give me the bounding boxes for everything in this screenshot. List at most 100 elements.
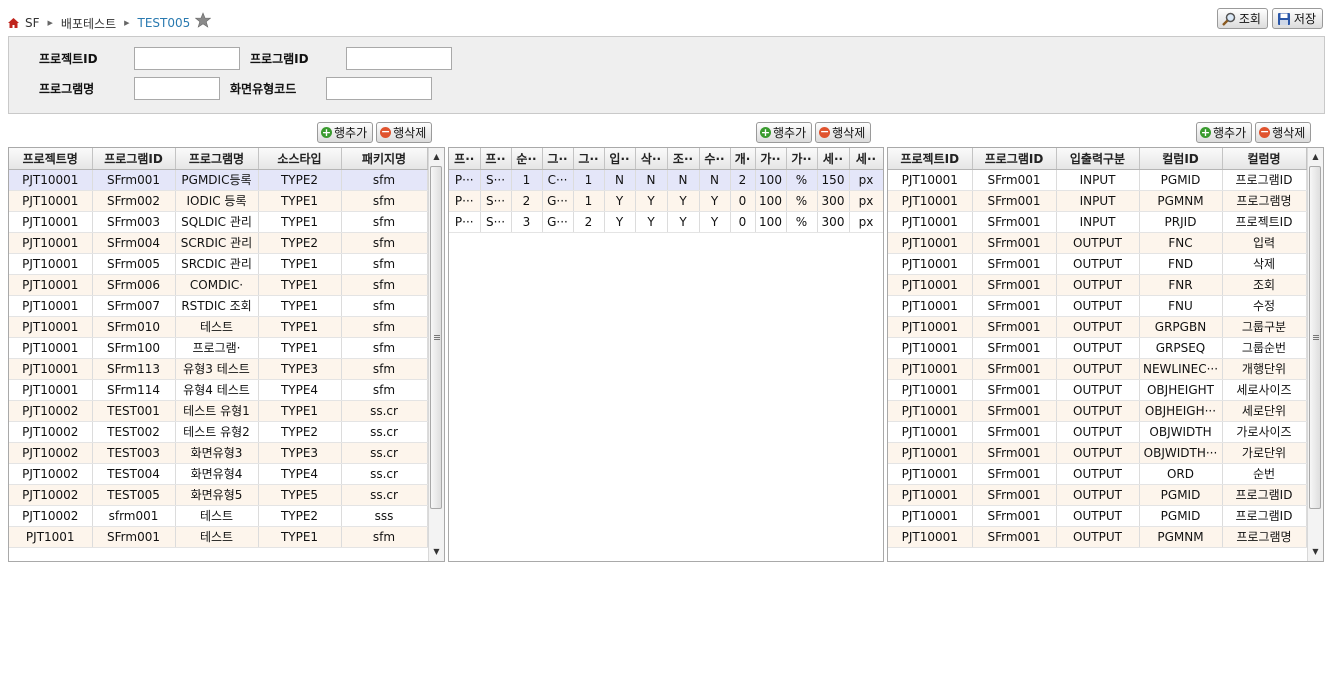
table-cell[interactable]: GRPSEQ bbox=[1139, 337, 1223, 359]
scroll-thumb[interactable] bbox=[430, 166, 442, 509]
table-cell[interactable]: SFrm001 bbox=[972, 274, 1057, 296]
table-cell[interactable]: FNC bbox=[1139, 232, 1223, 254]
table-cell[interactable]: SFrm007 bbox=[92, 295, 176, 317]
table-cell[interactable]: PRJID bbox=[1139, 211, 1223, 233]
table-cell[interactable]: PJT10001 bbox=[9, 190, 93, 212]
table-cell[interactable]: S··· bbox=[480, 190, 512, 212]
table-cell[interactable]: 세로사이즈 bbox=[1222, 379, 1307, 401]
table-cell[interactable]: TYPE2 bbox=[258, 232, 342, 254]
table-row[interactable]: PJT10001 SFrm001 PGMDIC등록 TYPE2 sfm bbox=[9, 169, 428, 191]
scroll-thumb[interactable] bbox=[1309, 166, 1321, 509]
table-cell[interactable]: C··· bbox=[542, 169, 574, 191]
table-cell[interactable]: PGMID bbox=[1139, 169, 1223, 191]
table-cell[interactable]: INPUT bbox=[1056, 211, 1140, 233]
table-cell[interactable]: 테스트 bbox=[175, 316, 259, 338]
table-cell[interactable]: sfm bbox=[341, 358, 428, 380]
table-cell[interactable]: P··· bbox=[449, 190, 481, 212]
table-cell[interactable]: PJT10002 bbox=[9, 484, 93, 506]
table-cell[interactable]: ss.cr bbox=[341, 484, 428, 506]
table-cell[interactable]: 순번 bbox=[1222, 463, 1307, 485]
table-cell[interactable]: OBJHEIGH··· bbox=[1139, 400, 1223, 422]
table-cell[interactable]: PJT10001 bbox=[9, 379, 93, 401]
table-cell[interactable]: 입력 bbox=[1222, 232, 1307, 254]
column-header[interactable]: 프로젝트명 bbox=[9, 148, 93, 170]
table-cell[interactable]: NEWLINEC··· bbox=[1139, 358, 1223, 380]
table-cell[interactable]: PJT10001 bbox=[9, 211, 93, 233]
table-row[interactable]: PJT10002 TEST002 테스트 유형2 TYPE2 ss.cr bbox=[9, 421, 428, 443]
column-header[interactable]: 입출력구분 bbox=[1056, 148, 1140, 170]
table-cell[interactable]: PJT1001 bbox=[9, 526, 93, 548]
table-cell[interactable]: TYPE5 bbox=[258, 484, 342, 506]
table-cell[interactable]: PJT10001 bbox=[888, 190, 973, 212]
table-cell[interactable]: SFrm113 bbox=[92, 358, 176, 380]
table-cell[interactable]: PJT10002 bbox=[9, 400, 93, 422]
table-cell[interactable]: 프로그램명 bbox=[1222, 190, 1307, 212]
table-cell[interactable]: S··· bbox=[480, 169, 512, 191]
table-cell[interactable]: 프로그램명 bbox=[1222, 526, 1307, 548]
table-cell[interactable]: px bbox=[849, 211, 883, 233]
table-cell[interactable]: 300 bbox=[817, 190, 850, 212]
table-cell[interactable]: TYPE1 bbox=[258, 190, 342, 212]
table-cell[interactable]: SFrm001 bbox=[972, 232, 1057, 254]
table-row[interactable]: PJT10001 SFrm001 OUTPUT FNR 조회 bbox=[888, 274, 1307, 296]
table-cell[interactable]: FNU bbox=[1139, 295, 1223, 317]
table-row[interactable]: PJT10001 SFrm001 OUTPUT PGMNM 프로그램명 bbox=[888, 526, 1307, 548]
table-cell[interactable]: GRPGBN bbox=[1139, 316, 1223, 338]
table-cell[interactable]: PJT10001 bbox=[888, 316, 973, 338]
grid1-add-row-button[interactable]: + 행추가 bbox=[317, 122, 374, 143]
table-cell[interactable]: OUTPUT bbox=[1056, 274, 1140, 296]
table-row[interactable]: PJT10001 SFrm001 OUTPUT OBJWIDTH··· 가로단위 bbox=[888, 442, 1307, 464]
table-cell[interactable]: PJT10001 bbox=[888, 505, 973, 527]
table-row[interactable]: PJT10002 TEST003 화면유형3 TYPE3 ss.cr bbox=[9, 442, 428, 464]
table-cell[interactable]: PJT10001 bbox=[888, 379, 973, 401]
table-cell[interactable]: PJT10001 bbox=[9, 169, 93, 191]
screen-type-code-input[interactable] bbox=[326, 77, 432, 100]
table-cell[interactable]: 테스트 bbox=[175, 526, 259, 548]
table-cell[interactable]: SQLDIC 관리 bbox=[175, 211, 259, 233]
table-cell[interactable]: TYPE2 bbox=[258, 421, 342, 443]
column-header[interactable]: 가·· bbox=[755, 148, 787, 170]
table-cell[interactable]: 화면유형5 bbox=[175, 484, 259, 506]
table-cell[interactable]: sfm bbox=[341, 253, 428, 275]
table-cell[interactable]: 세로단위 bbox=[1222, 400, 1307, 422]
table-cell[interactable]: SFrm010 bbox=[92, 316, 176, 338]
table-row[interactable]: PJT10001 SFrm001 OUTPUT NEWLINEC··· 개행단위 bbox=[888, 358, 1307, 380]
table-cell[interactable]: N bbox=[699, 169, 731, 191]
table-cell[interactable]: SFrm001 bbox=[972, 295, 1057, 317]
table-cell[interactable]: 가로단위 bbox=[1222, 442, 1307, 464]
table-cell[interactable]: FND bbox=[1139, 253, 1223, 275]
table-cell[interactable]: OUTPUT bbox=[1056, 358, 1140, 380]
table-cell[interactable]: 1 bbox=[573, 169, 605, 191]
table-cell[interactable]: SFrm001 bbox=[972, 484, 1057, 506]
table-cell[interactable]: ss.cr bbox=[341, 400, 428, 422]
table-cell[interactable]: TYPE1 bbox=[258, 316, 342, 338]
table-cell[interactable]: PJT10001 bbox=[9, 316, 93, 338]
table-cell[interactable]: SFrm001 bbox=[972, 358, 1057, 380]
table-cell[interactable]: 화면유형4 bbox=[175, 463, 259, 485]
table-cell[interactable]: SFrm004 bbox=[92, 232, 176, 254]
table-row[interactable]: P··· S··· 3 G··· 2 Y Y Y Y 0 100% 300 px bbox=[449, 211, 883, 233]
scroll-up-icon[interactable]: ▲ bbox=[429, 150, 444, 164]
grid3-delete-row-button[interactable]: − 행삭제 bbox=[1255, 122, 1312, 143]
column-header[interactable]: 입·· bbox=[604, 148, 636, 170]
table-cell[interactable]: SFrm001 bbox=[972, 190, 1057, 212]
table-cell[interactable]: PJT10001 bbox=[888, 442, 973, 464]
table-cell[interactable]: SFrm001 bbox=[972, 169, 1057, 191]
column-header[interactable]: 가·· bbox=[786, 148, 818, 170]
table-row[interactable]: PJT10001 SFrm001 OUTPUT FNU 수정 bbox=[888, 295, 1307, 317]
table-cell[interactable]: IODIC 등록 bbox=[175, 190, 259, 212]
table-cell[interactable]: COMDIC· bbox=[175, 274, 259, 296]
table-cell[interactable]: 그룹구분 bbox=[1222, 316, 1307, 338]
table-cell[interactable]: 그룹순번 bbox=[1222, 337, 1307, 359]
table-cell[interactable]: 화면유형3 bbox=[175, 442, 259, 464]
table-cell[interactable]: TYPE1 bbox=[258, 295, 342, 317]
table-cell[interactable]: SFrm001 bbox=[972, 505, 1057, 527]
table-cell[interactable]: sss bbox=[341, 505, 428, 527]
table-cell[interactable]: G··· bbox=[542, 211, 574, 233]
table-cell[interactable]: INPUT bbox=[1056, 169, 1140, 191]
table-cell[interactable]: PJT10001 bbox=[888, 295, 973, 317]
table-row[interactable]: PJT10001 SFrm100 프로그램· TYPE1 sfm bbox=[9, 337, 428, 359]
table-cell[interactable]: PJT10001 bbox=[888, 484, 973, 506]
table-cell[interactable]: 0 bbox=[730, 190, 756, 212]
table-cell[interactable]: Y bbox=[635, 211, 668, 233]
